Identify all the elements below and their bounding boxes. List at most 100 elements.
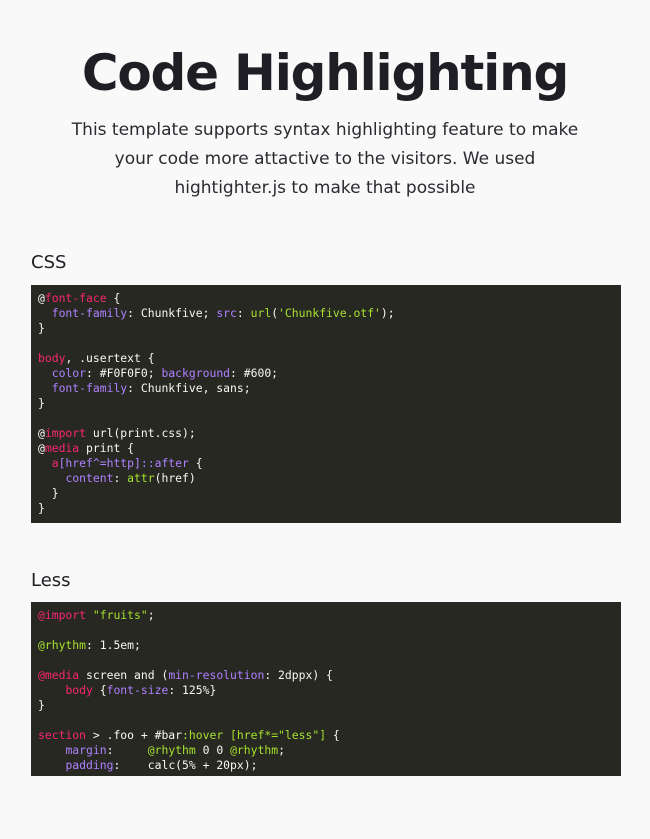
code-token: "fruits" — [92, 608, 148, 622]
code-token: font-face — [44, 291, 107, 305]
code-token: 0 0 — [195, 743, 231, 757]
code-token: } — [38, 501, 45, 515]
code-token: : 1.5em; — [86, 638, 141, 652]
code-line: @import url(print.css); — [38, 426, 196, 440]
code-token: @rhythm — [147, 743, 196, 757]
code-token: @rhythm — [230, 743, 279, 757]
code-line: @media print { — [38, 441, 134, 455]
code-line: } — [38, 321, 45, 335]
code-token: @ — [38, 426, 45, 440]
code-token: : — [113, 471, 128, 485]
code-token: : #F0F0F0; — [86, 366, 162, 380]
code-line: @rhythm: 1.5em; — [38, 638, 141, 652]
code-token: margin — [65, 743, 107, 757]
code-token: font-family — [51, 306, 128, 320]
code-token: : #600; — [230, 366, 279, 380]
code-line: @media screen and (min-resolution: 2dppx… — [38, 668, 333, 682]
code-line: body, .usertext { — [38, 351, 155, 365]
css-section: CSS @font-face { font-family: Chunkfive;… — [31, 252, 621, 523]
code-token: screen and ( — [79, 668, 169, 682]
code-token: :hover — [182, 728, 224, 742]
code-token: : Chunkfive; — [127, 306, 217, 320]
code-line: padding: calc(5% + 20px); — [38, 758, 257, 772]
code-line: section > .foo + #bar:hover [href*="less… — [38, 728, 340, 742]
code-token: : calc(5% + 20px); — [113, 758, 258, 772]
code-token: } — [38, 396, 45, 410]
page-description: This template supports syntax highlighti… — [71, 120, 579, 198]
code-token: } — [38, 321, 45, 335]
code-token: content — [65, 471, 114, 485]
page-title: Code Highlighting — [81, 44, 569, 102]
code-token: body — [38, 351, 66, 365]
code-token: { — [326, 728, 340, 742]
code-token: ); — [380, 306, 395, 320]
code-token: (href) — [154, 471, 196, 485]
code-token: url — [250, 306, 272, 320]
code-token: : Chunkfive, sans; — [127, 381, 251, 395]
code-token: print { — [79, 441, 135, 455]
code-line: font-family: Chunkfive; src: url('Chunkf… — [38, 306, 395, 320]
code-token: > .foo + #bar — [86, 728, 183, 742]
code-token: padding — [65, 758, 114, 772]
code-token: font-family — [51, 381, 128, 395]
code-token: [href^=http]::after — [58, 456, 189, 470]
css-heading: CSS — [31, 252, 67, 273]
code-token: , .usertext { — [65, 351, 155, 365]
code-token: { — [106, 291, 121, 305]
code-token: ; — [147, 608, 155, 622]
code-token: min-resolution — [168, 668, 265, 682]
code-token: section — [38, 728, 87, 742]
code-token: 'Chunkfive.otf' — [278, 306, 381, 320]
code-line: margin: @rhythm 0 0 @rhythm; — [38, 743, 285, 757]
code-line: } — [38, 396, 45, 410]
code-token: @media — [38, 668, 80, 682]
code-token: @ — [38, 291, 45, 305]
code-line: } — [38, 486, 59, 500]
code-token: font-size — [106, 683, 169, 697]
code-token: { — [188, 456, 203, 470]
code-token: @import — [38, 608, 87, 622]
code-line: a[href^=http]::after { — [38, 456, 203, 470]
code-token: @rhythm — [38, 638, 87, 652]
code-token: } — [38, 698, 45, 712]
code-token: src — [216, 306, 237, 320]
code-line: @font-face { — [38, 291, 120, 305]
code-line: } — [38, 698, 45, 712]
code-line: } — [38, 501, 45, 515]
code-token: body — [65, 683, 93, 697]
code-line: body {font-size: 125%} — [38, 683, 216, 697]
code-token: color — [51, 366, 87, 380]
less-code-block[interactable]: @import "fruits"; @rhythm: 1.5em; @media… — [31, 602, 621, 776]
code-line: @import "fruits"; — [38, 608, 155, 622]
code-token: : — [236, 306, 251, 320]
code-token: } — [38, 486, 59, 500]
code-token: { — [92, 683, 107, 697]
code-token: : 2dppx) { — [264, 668, 333, 682]
css-code-block[interactable]: @font-face { font-family: Chunkfive; src… — [31, 285, 621, 523]
code-token: @ — [38, 441, 45, 455]
code-token: media — [44, 441, 80, 455]
code-token: : 125%} — [168, 683, 217, 697]
code-line: font-family: Chunkfive, sans; — [38, 381, 251, 395]
hero: Code Highlighting This template supports… — [0, 0, 650, 203]
code-token: [href*="less"] — [230, 728, 327, 742]
code-line: content: attr(href) — [38, 471, 196, 485]
code-token: background — [161, 366, 231, 380]
code-token: attr — [127, 471, 155, 485]
code-token: url(print.css); — [86, 426, 196, 440]
code-token: : — [106, 743, 148, 757]
code-token: ; — [278, 743, 285, 757]
code-token: a — [51, 456, 59, 470]
less-heading: Less — [31, 570, 71, 591]
code-token: import — [44, 426, 87, 440]
less-section: Less @import "fruits"; @rhythm: 1.5em; @… — [31, 570, 621, 776]
